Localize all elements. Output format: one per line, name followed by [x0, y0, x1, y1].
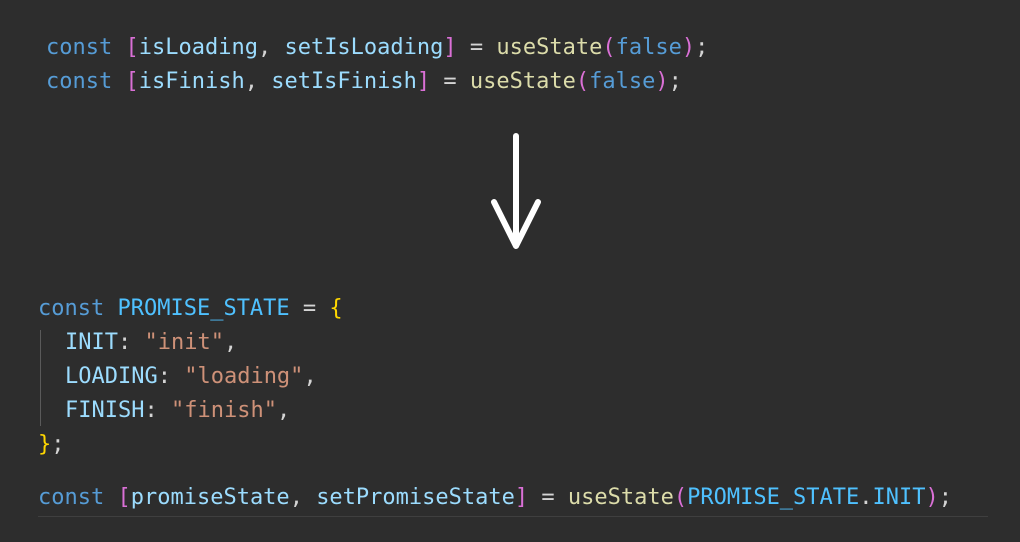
string-value: "loading": [184, 364, 304, 389]
colon: :: [144, 398, 171, 423]
function-use-state: useState: [567, 485, 674, 510]
indent-guide: [40, 330, 41, 426]
equals: =: [430, 69, 470, 94]
variable-set-promise-state: setPromiseState: [316, 485, 515, 510]
paren-close: ): [681, 35, 696, 60]
bracket-close: ]: [443, 35, 457, 60]
keyword-const: const: [46, 69, 113, 94]
colon: :: [117, 330, 145, 355]
comma: ,: [303, 364, 317, 389]
keyword-const: const: [38, 296, 105, 321]
string-value: "finish": [170, 398, 277, 423]
code-line-is-loading: const [isLoading, setIsLoading] = useSta…: [46, 33, 708, 63]
variable-set-is-loading: setIsLoading: [284, 35, 444, 60]
bracket-open: [: [125, 35, 139, 60]
object-key: INIT: [65, 330, 118, 355]
object-key: LOADING: [65, 364, 158, 389]
comma: ,: [257, 35, 285, 60]
function-use-state: useState: [496, 35, 603, 60]
keyword-const: const: [46, 35, 113, 60]
variable-promise-state: promiseState: [130, 485, 290, 510]
equals: =: [289, 296, 330, 321]
colon: :: [157, 364, 185, 389]
code-line-promise-state-hook: const [promiseState, setPromiseState] = …: [38, 483, 952, 513]
brace-close: }: [38, 432, 52, 457]
semicolon: ;: [51, 432, 65, 457]
code-line-promise-state-decl: const PROMISE_STATE = {: [38, 294, 343, 324]
constant-promise-state: PROMISE_STATE: [117, 296, 290, 321]
code-line-object-close: };: [38, 430, 65, 460]
object-entry-init: INIT: "init",: [65, 328, 237, 358]
divider: [38, 516, 988, 517]
bracket-open: [: [125, 69, 139, 94]
bracket-close: ]: [416, 69, 431, 94]
semicolon: ;: [695, 35, 709, 60]
comma: ,: [244, 69, 272, 94]
constant-init: INIT: [872, 485, 926, 510]
variable-is-finish: isFinish: [138, 69, 245, 94]
code-line-is-finish: const [isFinish, setIsFinish] = useState…: [46, 67, 682, 97]
paren-open: (: [602, 35, 616, 60]
keyword-const: const: [38, 485, 105, 510]
equals: =: [528, 485, 568, 510]
variable-is-loading: isLoading: [138, 35, 258, 60]
object-entry-loading: LOADING: "loading",: [65, 362, 317, 392]
equals: =: [456, 35, 497, 60]
semicolon: ;: [938, 485, 953, 510]
paren-close: ): [925, 485, 939, 510]
dot: .: [859, 485, 873, 510]
bracket-open: [: [117, 485, 131, 510]
object-key: FINISH: [65, 398, 145, 423]
comma: ,: [223, 330, 238, 355]
comma: ,: [289, 485, 317, 510]
semicolon: ;: [668, 69, 682, 94]
brace-open: {: [329, 296, 343, 321]
literal-false: false: [615, 35, 682, 60]
bracket-close: ]: [514, 485, 529, 510]
comma: ,: [276, 398, 291, 423]
literal-false: false: [589, 69, 656, 94]
object-entry-finish: FINISH: "finish",: [65, 396, 290, 426]
paren-open: (: [575, 69, 590, 94]
arrow-down-icon: [491, 133, 541, 249]
constant-promise-state: PROMISE_STATE: [687, 485, 860, 510]
paren-close: ): [655, 69, 669, 94]
function-use-state: useState: [469, 69, 576, 94]
variable-set-is-finish: setIsFinish: [271, 69, 417, 94]
string-value: "init": [144, 330, 224, 355]
paren-open: (: [673, 485, 688, 510]
